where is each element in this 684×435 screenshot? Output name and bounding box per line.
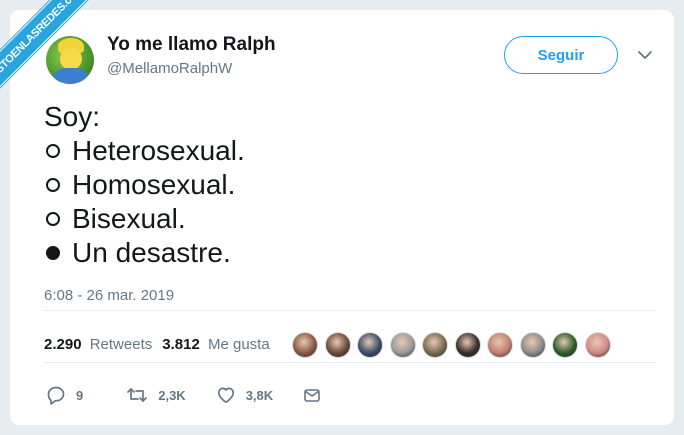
liker-avatar[interactable] [584, 332, 611, 358]
chevron-down-icon[interactable] [636, 48, 654, 62]
liker-avatar[interactable] [292, 332, 318, 358]
retweet-count: 2,3K [158, 387, 186, 403]
liker-avatar[interactable] [487, 332, 513, 358]
liker-avatar[interactable] [552, 332, 578, 358]
tweet-line-text: Un desastre. [72, 237, 231, 268]
empty-circle-icon [46, 212, 60, 226]
likes-label: Me gusta [207, 336, 270, 353]
heart-icon [217, 387, 234, 404]
tweet-line: Homosexual. [44, 168, 245, 202]
empty-circle-icon [46, 178, 60, 192]
liker-avatar[interactable] [357, 332, 383, 358]
tweet-line: Bisexual. [44, 202, 245, 236]
tweet-line-text: Homosexual. [72, 169, 236, 200]
reply-button[interactable]: 9 [46, 385, 83, 405]
like-count: 3,8K [245, 387, 274, 403]
tweet-actions: 9 2,3K 3,8K [46, 385, 321, 405]
tweet-line-text: Bisexual. [72, 203, 186, 234]
tweet-line-text: Heterosexual. [72, 135, 245, 166]
liker-avatar[interactable] [454, 332, 481, 358]
empty-circle-icon [46, 144, 60, 158]
watermark-badge: VISTOENLASREDES.com [0, 0, 102, 99]
message-button[interactable] [303, 386, 321, 404]
reply-icon [47, 386, 65, 405]
reply-count: 9 [76, 387, 84, 403]
likes-count: 3.812 [162, 336, 200, 353]
divider [44, 310, 656, 311]
tweet-text: Soy: Heterosexual. Homosexual. Bisexual.… [44, 100, 245, 270]
follow-button[interactable]: Seguir [504, 36, 618, 74]
tweet-line: Un desastre. [44, 236, 245, 270]
user-name[interactable]: Yo me llamo Ralph [107, 34, 276, 56]
filled-circle-icon [46, 246, 60, 260]
retweets-label: Retweets [89, 336, 153, 353]
liker-avatars [292, 332, 617, 358]
retweet-icon [127, 388, 148, 402]
tweet-timestamp[interactable]: 6:08 - 26 mar. 2019 [44, 287, 174, 304]
liker-avatar[interactable] [422, 332, 448, 358]
liker-avatar[interactable] [519, 332, 546, 358]
likes-stat[interactable]: 3.812 Me gusta [162, 336, 269, 353]
like-button[interactable]: 3,8K [216, 385, 273, 405]
envelope-icon [304, 389, 320, 402]
tweet-line: Heterosexual. [44, 134, 245, 168]
user-handle[interactable]: @MellamoRalphW [107, 60, 232, 77]
retweets-stat[interactable]: 2.290 Retweets [44, 336, 152, 353]
liker-avatar[interactable] [389, 332, 416, 358]
retweet-button[interactable]: 2,3K [126, 385, 186, 405]
watermark-corner: VISTOENLASREDES.com [0, 0, 110, 110]
divider [44, 362, 656, 363]
liker-avatar[interactable] [324, 332, 351, 358]
retweets-count: 2.290 [44, 336, 82, 353]
engagement-stats: 2.290 Retweets 3.812 Me gusta [44, 336, 280, 353]
